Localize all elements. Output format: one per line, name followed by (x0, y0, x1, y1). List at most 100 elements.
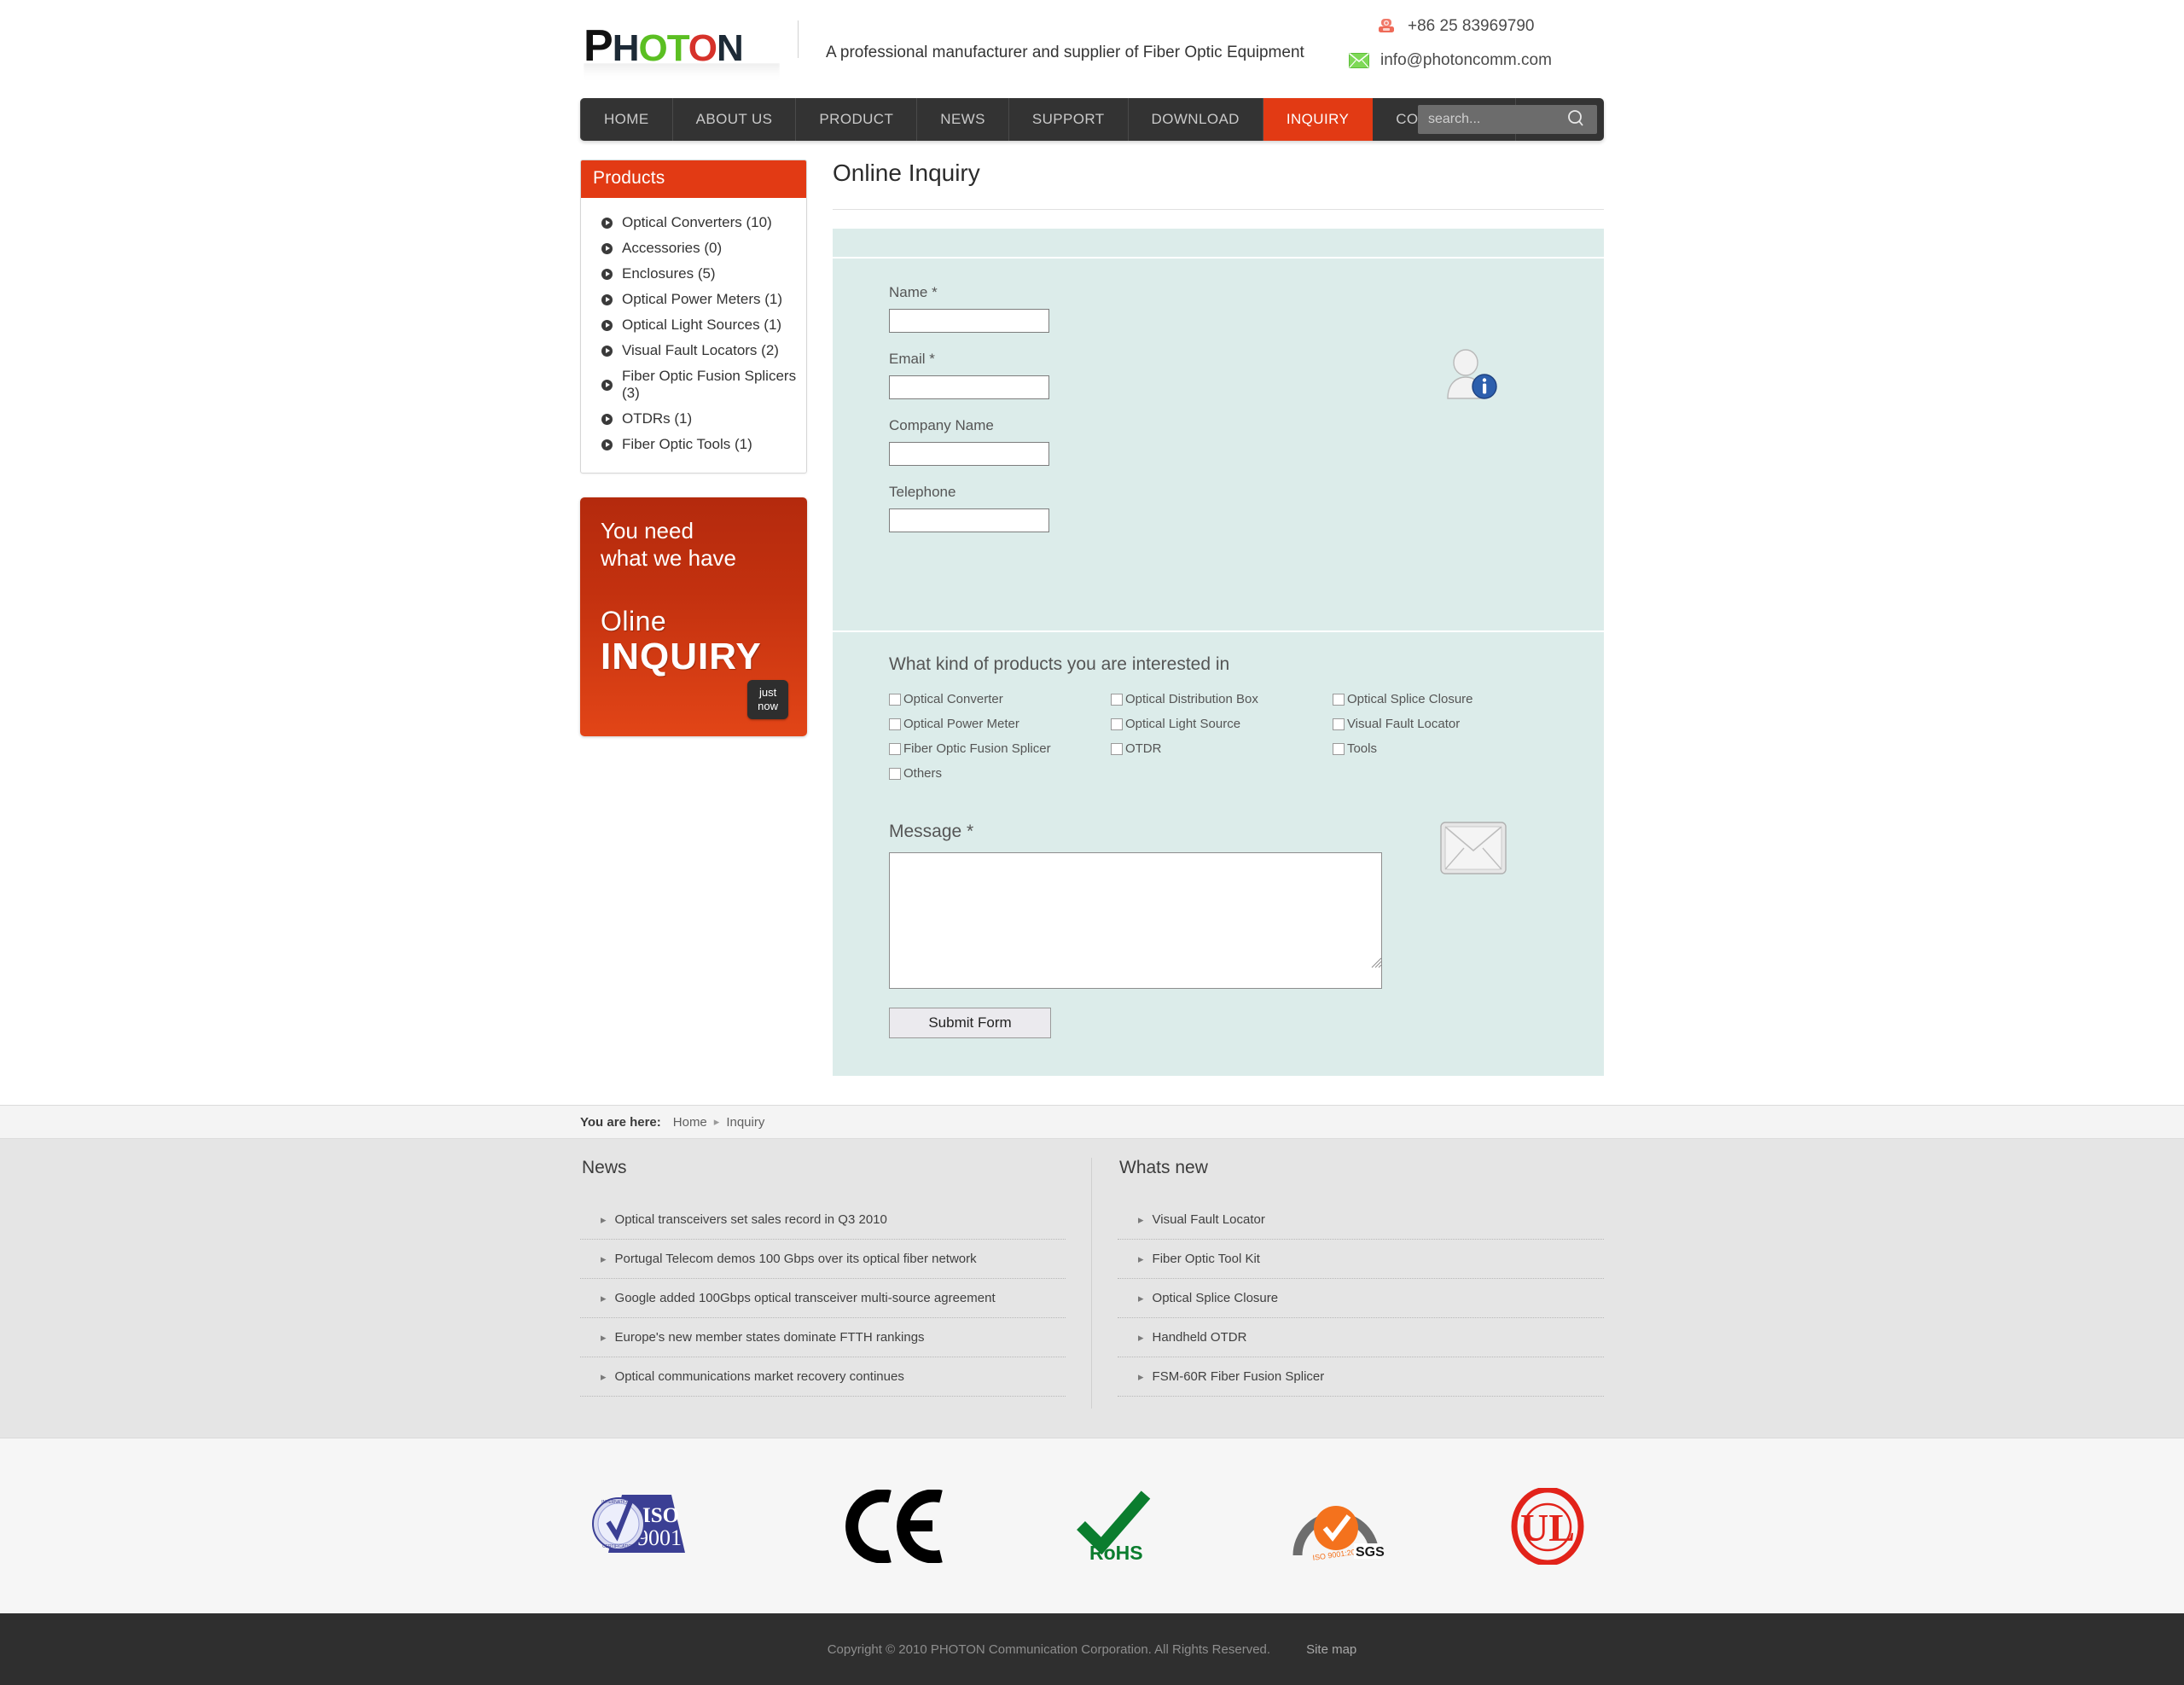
news-list-item[interactable]: ▸ Portugal Telecom demos 100 Gbps over it… (580, 1252, 1066, 1279)
checkbox-icon[interactable] (889, 693, 901, 706)
news-column: News ▸ Optical transceivers set sales rec… (580, 1158, 1092, 1409)
whats-new-list-item-label: Fiber Optic Tool Kit (1152, 1252, 1260, 1266)
message-textarea[interactable] (889, 852, 1382, 989)
company-name-input[interactable] (889, 442, 1049, 466)
email-input[interactable] (889, 375, 1049, 399)
nav-item-support[interactable]: SUPPORT (1009, 98, 1129, 141)
interest-checkbox-row[interactable]: Others (889, 766, 1111, 781)
arrow-bullet-icon (601, 242, 613, 254)
interest-checkbox-row[interactable]: Optical Splice Closure (1332, 692, 1554, 706)
products-box: Products Optical Converters (10) Accessor… (580, 160, 807, 474)
chevron-right-icon: ▸ (601, 1252, 607, 1265)
whats-new-list-item[interactable]: ▸ Fiber Optic Tool Kit (1118, 1252, 1604, 1279)
submit-form-button[interactable]: Submit Form (889, 1008, 1051, 1038)
nav-item-about-us[interactable]: ABOUT US (673, 98, 797, 141)
telephone-icon (1374, 16, 1399, 37)
whats-new-list-item[interactable]: ▸ FSM-60R Fiber Fusion Splicer (1118, 1369, 1604, 1397)
interest-checkbox-label: Optical Power Meter (903, 717, 1019, 731)
logo-reflection (584, 63, 780, 82)
breadcrumb-lead: You are here: (580, 1114, 661, 1130)
interest-checkbox-row[interactable]: Fiber Optic Fusion Splicer (889, 741, 1111, 756)
nav-item-inquiry[interactable]: INQUIRY (1263, 98, 1374, 141)
search-box[interactable] (1418, 105, 1597, 134)
interest-checkbox-row[interactable]: Optical Power Meter (889, 717, 1111, 731)
chevron-right-icon: ▸ (1138, 1252, 1144, 1265)
svg-text:INTERNATIONAL: INTERNATIONAL (601, 1500, 636, 1505)
interest-checkbox-row[interactable]: Tools (1332, 741, 1554, 756)
product-category-item[interactable]: Optical Converters (10) (581, 210, 806, 235)
interest-checkbox-row[interactable]: Optical Light Source (1110, 717, 1333, 731)
arrow-bullet-icon (601, 345, 613, 357)
checkbox-icon[interactable] (1110, 742, 1123, 755)
header-email-text: info@photoncomm.com (1380, 51, 1552, 69)
product-category-item[interactable]: Fiber Optic Tools (1) (581, 432, 806, 457)
banner-cta-button[interactable]: just now (747, 679, 788, 719)
product-category-item[interactable]: Fiber Optic Fusion Splicers (3) (581, 363, 806, 406)
checkbox-icon[interactable] (889, 767, 901, 780)
site-logo[interactable]: PHOTON (584, 24, 744, 68)
form-panel-top-strip (833, 229, 1604, 259)
name-input[interactable] (889, 309, 1049, 333)
checkbox-icon[interactable] (1110, 693, 1123, 706)
news-list-item[interactable]: ▸ Google added 100Gbps optical transceive… (580, 1291, 1066, 1318)
nav-item-download[interactable]: DOWNLOAD (1129, 98, 1263, 141)
banner-cta-line-2: now (758, 699, 778, 712)
whats-new-list-item[interactable]: ▸ Handheld OTDR (1118, 1330, 1604, 1357)
whats-new-list-item-label: Handheld OTDR (1152, 1330, 1247, 1345)
product-category-item[interactable]: Optical Power Meters (1) (581, 287, 806, 312)
nav-item-home[interactable]: HOME (580, 98, 673, 141)
product-category-label: Optical Converters (10) (622, 214, 772, 230)
whats-new-list-item[interactable]: ▸ Visual Fault Locator (1118, 1212, 1604, 1240)
product-category-item[interactable]: Enclosures (5) (581, 261, 806, 287)
whats-new-list-item[interactable]: ▸ Optical Splice Closure (1118, 1291, 1604, 1318)
chevron-right-icon: ▸ (1138, 1212, 1144, 1226)
breadcrumb-home-link[interactable]: Home (673, 1115, 707, 1130)
product-category-label: Visual Fault Locators (2) (622, 342, 779, 358)
search-input[interactable] (1418, 106, 1558, 133)
product-category-label: OTDRs (1) (622, 410, 693, 427)
search-icon[interactable] (1566, 108, 1585, 133)
interest-checkbox-row[interactable]: Visual Fault Locator (1332, 717, 1554, 731)
company-name-label: Company Name (889, 417, 994, 433)
interest-checkbox-label: Others (903, 766, 943, 781)
interest-checkbox-row[interactable]: Optical Converter (889, 692, 1111, 706)
news-list-item[interactable]: ▸ Optical communications market recovery … (580, 1369, 1066, 1397)
banner-line-3: Oline (601, 606, 667, 637)
product-category-label: Fiber Optic Tools (1) (622, 436, 752, 452)
product-category-item[interactable]: Accessories (0) (581, 235, 806, 261)
name-label: Name * (889, 284, 938, 300)
whats-new-title: Whats new (1119, 1158, 1208, 1177)
whats-new-column: Whats new ▸ Visual Fault Locator ▸ Fiber Op… (1092, 1158, 1604, 1409)
interest-checkbox-row[interactable]: Optical Distribution Box (1110, 692, 1333, 706)
telephone-input[interactable] (889, 508, 1049, 532)
user-info-icon (1442, 349, 1498, 406)
inquiry-promo-banner[interactable]: You need what we have Oline INQUIRY just… (580, 497, 807, 736)
copyright-text: Copyright © 2010 PHOTON Communication Co… (827, 1641, 1271, 1657)
news-list-item-label: Optical transceivers set sales record in… (614, 1212, 887, 1227)
product-category-item[interactable]: OTDRs (1) (581, 406, 806, 432)
site-map-link[interactable]: Site map (1306, 1642, 1356, 1657)
header-email-row[interactable]: info@photoncomm.com (1339, 46, 1604, 75)
nav-item-news[interactable]: NEWS (917, 98, 1009, 141)
news-list-item[interactable]: ▸ Europe's new member states dominate FTT… (580, 1330, 1066, 1357)
header-divider (798, 20, 799, 58)
svg-text:SGS: SGS (1356, 1545, 1385, 1560)
textarea-resize-grip[interactable] (1370, 956, 1382, 973)
checkbox-icon[interactable] (1332, 718, 1345, 730)
product-category-item[interactable]: Optical Light Sources (1) (581, 312, 806, 338)
checkbox-icon[interactable] (1332, 742, 1345, 755)
product-category-label: Optical Power Meters (1) (622, 291, 782, 307)
checkbox-icon[interactable] (1332, 693, 1345, 706)
product-category-item[interactable]: Visual Fault Locators (2) (581, 338, 806, 363)
sidebar: Products Optical Converters (10) Accessor… (580, 160, 807, 1076)
news-list-item[interactable]: ▸ Optical transceivers set sales record i… (580, 1212, 1066, 1240)
interest-checkbox-row[interactable]: OTDR (1110, 741, 1333, 756)
footer-news-band: News ▸ Optical transceivers set sales rec… (0, 1139, 2184, 1438)
chevron-right-icon: ▸ (1138, 1291, 1144, 1304)
nav-item-product[interactable]: PRODUCT (796, 98, 918, 141)
checkbox-icon[interactable] (1110, 718, 1123, 730)
main-column: Online Inquiry Name * Email * Company Na… (807, 160, 1604, 1076)
checkbox-icon[interactable] (889, 742, 901, 755)
checkbox-icon[interactable] (889, 718, 901, 730)
whats-new-list-item-label: Optical Splice Closure (1152, 1291, 1279, 1305)
